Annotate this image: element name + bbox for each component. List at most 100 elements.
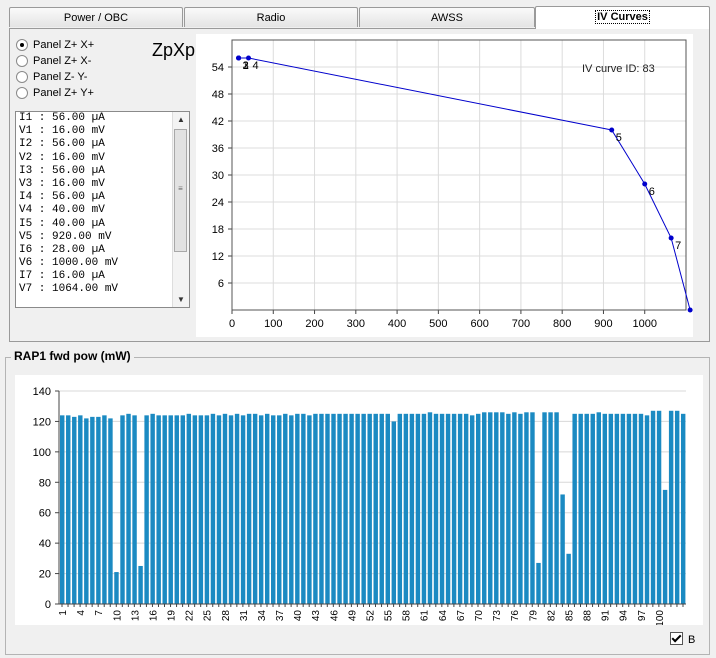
- power-bar: [78, 415, 83, 604]
- reading-item[interactable]: V6 : 1000.00 mV: [16, 257, 189, 270]
- iv-point-label: 4: [253, 60, 259, 72]
- power-chart-svg: 0 20 40 60 80 100 120 140 1 4 7 10 13 16 19 22 25 28 31 34 3…: [33, 386, 686, 627]
- radio-dot-icon: [16, 87, 28, 99]
- reading-item[interactable]: V3 : 16.00 mV: [16, 178, 189, 191]
- power-bar: [96, 416, 101, 604]
- reading-item[interactable]: I2 : 56.00 µA: [16, 138, 189, 151]
- tab-awss[interactable]: AWSS: [359, 7, 535, 27]
- iv-x-tick-label: 900: [594, 318, 612, 330]
- reading-item[interactable]: I5 : 40.00 µA: [16, 218, 189, 231]
- reading-item[interactable]: V4 : 40.00 mV: [16, 204, 189, 217]
- power-bar: [572, 413, 577, 604]
- power-bar: [150, 413, 155, 604]
- power-bar: [518, 413, 523, 604]
- reading-item[interactable]: V2 : 16.00 mV: [16, 152, 189, 165]
- iv-curve-point: [246, 55, 252, 61]
- reading-item[interactable]: I6 : 28.00 µA: [16, 244, 189, 257]
- tab-iv-curves[interactable]: IV Curves: [535, 6, 710, 29]
- bar-x-tick-label: 97: [637, 610, 648, 622]
- bar-x-tick-label: 1: [58, 610, 69, 616]
- iv-x-tick-label: 700: [512, 318, 530, 330]
- power-bar: [451, 413, 457, 604]
- legend-checkbox-b[interactable]: B: [670, 632, 695, 647]
- power-bar: [264, 413, 270, 604]
- power-bar: [252, 413, 258, 604]
- power-bar: [228, 415, 234, 604]
- scroll-up-icon[interactable]: ▲: [173, 112, 189, 127]
- power-bar: [674, 410, 680, 604]
- power-bar: [614, 413, 620, 604]
- power-bar: [367, 413, 372, 604]
- bar-x-tick-label: 25: [203, 610, 214, 622]
- iv-y-tick-label: 30: [212, 170, 224, 182]
- iv-curve-point: [609, 127, 615, 133]
- reading-item[interactable]: I3 : 56.00 µA: [16, 165, 189, 178]
- power-bar: [391, 421, 397, 604]
- power-bar: [439, 413, 445, 604]
- radio-panel-zm-ym[interactable]: Panel Z- Y-: [15, 69, 94, 85]
- tab-power-obc[interactable]: Power / OBC: [9, 7, 183, 27]
- power-bar: [620, 413, 626, 604]
- power-bar: [584, 413, 589, 604]
- iv-y-tick-label: 54: [212, 62, 224, 74]
- power-bar: [192, 415, 198, 604]
- iv-x-tick-label: 600: [470, 318, 488, 330]
- panel-selector: Panel Z+ X+ Panel Z+ X- Panel Z- Y- Pane…: [15, 37, 94, 101]
- reading-item[interactable]: I1 : 56.00 µA: [16, 112, 189, 125]
- bar-y-tick-label: 40: [39, 538, 51, 550]
- readings-scrollbar[interactable]: ▲ ≡ ▼: [172, 112, 189, 307]
- bar-x-tick-label: 43: [311, 610, 322, 622]
- power-bar: [144, 415, 149, 604]
- bar-y-tick-label: 140: [33, 386, 51, 398]
- power-bar: [494, 412, 499, 604]
- power-bar: [457, 413, 463, 604]
- tab-bar: Power / OBC Radio AWSS IV Curves: [9, 6, 710, 29]
- power-bar: [433, 413, 439, 604]
- bar-x-tick-label: 100: [655, 610, 666, 625]
- power-bar: [632, 413, 638, 604]
- iv-x-tick-label: 800: [553, 318, 571, 330]
- power-bar: [602, 413, 608, 604]
- bar-x-tick-label: 58: [402, 610, 413, 622]
- power-bar: [126, 413, 131, 604]
- power-bar: [295, 413, 300, 604]
- power-bar: [331, 413, 336, 604]
- scroll-thumb[interactable]: ≡: [174, 129, 187, 252]
- readings-list: I1 : 56.00 µA V1 : 16.00 mV I2 : 56.00 µA V…: [16, 112, 189, 297]
- power-bar: [554, 412, 559, 604]
- reading-item[interactable]: I4 : 56.00 µA: [16, 191, 189, 204]
- radio-panel-zp-xm[interactable]: Panel Z+ X-: [15, 53, 94, 69]
- power-bar: [180, 415, 186, 604]
- bar-y-tick-label: 20: [39, 569, 51, 581]
- radio-panel-zp-yp[interactable]: Panel Z+ Y+: [15, 85, 94, 101]
- power-bar: [590, 413, 595, 604]
- reading-item[interactable]: V1 : 16.00 mV: [16, 125, 189, 138]
- readings-listbox[interactable]: I1 : 56.00 µA V1 : 16.00 mV I2 : 56.00 µA V…: [15, 111, 190, 308]
- bar-x-tick-label: 16: [148, 610, 159, 622]
- tab-radio[interactable]: Radio: [184, 7, 358, 27]
- power-bar: [373, 413, 378, 604]
- power-bar: [680, 413, 686, 604]
- power-bar: [216, 415, 222, 604]
- iv-y-tick-label: 24: [212, 197, 224, 209]
- power-bar: [379, 413, 384, 604]
- reading-item[interactable]: V5 : 920.00 mV: [16, 231, 189, 244]
- iv-y-tick-label: 48: [212, 89, 224, 101]
- iv-x-tick-label: 400: [388, 318, 406, 330]
- power-bar: [301, 413, 306, 604]
- power-bar: [427, 412, 433, 604]
- iv-y-tick-label: 6: [218, 278, 224, 290]
- reading-item[interactable]: I7 : 16.00 µA: [16, 270, 189, 283]
- reading-item[interactable]: V7 : 1064.00 mV: [16, 283, 189, 296]
- power-bar: [234, 413, 240, 604]
- power-bar: [204, 415, 210, 604]
- scroll-down-icon[interactable]: ▼: [173, 292, 189, 307]
- power-bar: [403, 413, 409, 604]
- iv-x-tick-label: 1000: [632, 318, 656, 330]
- bar-y-tick-label: 100: [33, 447, 51, 459]
- power-bar: [445, 413, 451, 604]
- power-bar: [475, 413, 481, 604]
- radio-panel-zp-xp[interactable]: Panel Z+ X+: [15, 37, 94, 53]
- power-bar: [162, 415, 167, 604]
- iv-curve-point: [668, 235, 674, 241]
